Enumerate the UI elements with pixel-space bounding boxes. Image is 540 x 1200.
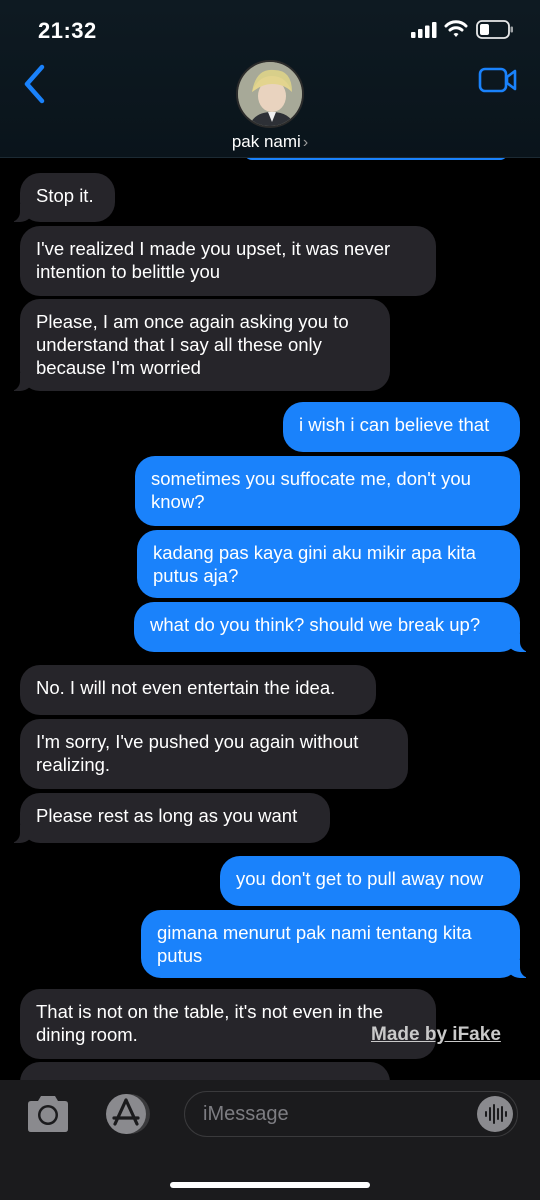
message-text: Please rest as long as you want — [36, 805, 298, 826]
message-text: Stop it. — [36, 185, 94, 206]
message-bubble-incoming: No. I will not even entertain the idea. — [20, 665, 376, 715]
chevron-right-icon: › — [302, 134, 309, 151]
message-bubble-outgoing: what do you think? should we break up? — [134, 602, 530, 652]
audio-waveform-icon[interactable] — [477, 1096, 513, 1132]
message-text: That is not on the table, it's not even … — [36, 1001, 384, 1045]
message-bubble-outgoing: i wish i can believe that — [283, 402, 520, 452]
avatar[interactable] — [236, 60, 304, 128]
camera-icon[interactable] — [24, 1094, 72, 1134]
message-text: gimana menurut pak nami tentang kita put… — [157, 922, 472, 966]
message-bubble-outgoing: you don't get to pull away now — [220, 856, 520, 906]
message-bubble-incoming: Please, I am once again asking you to un… — [10, 299, 390, 391]
cellular-signal-icon — [411, 22, 437, 38]
wifi-icon — [444, 20, 468, 37]
message-composer: iMessage — [0, 1080, 540, 1200]
app-store-icon[interactable] — [102, 1092, 152, 1136]
message-bubble-incoming: Please rest as long as you want — [10, 793, 330, 843]
message-text: No. I will not even entertain the idea. — [36, 677, 336, 698]
message-bubble-incoming: I'm sorry, I've pushed you again without… — [20, 719, 408, 789]
conversation-header: 21:32 pak nami › — [0, 0, 540, 158]
message-input-placeholder: iMessage — [203, 1103, 289, 1125]
message-bubble-incoming: I've realized I made you upset, it was n… — [20, 226, 436, 296]
status-time: 21:32 — [38, 18, 97, 43]
avatar-portrait — [238, 62, 302, 126]
message-text: I'm sorry, I've pushed you again without… — [36, 731, 359, 775]
home-indicator — [170, 1182, 370, 1188]
contact-name[interactable]: pak nami › — [0, 132, 540, 152]
message-bubble-outgoing: sometimes you suffocate me, don't you kn… — [135, 456, 520, 526]
battery-icon — [476, 20, 513, 39]
message-text: I've realized I made you upset, it was n… — [36, 238, 391, 282]
message-text: sometimes you suffocate me, don't you kn… — [151, 468, 471, 512]
message-text: i wish i can believe that — [299, 414, 490, 435]
contact-name-text: pak nami — [231, 132, 301, 151]
audio-waveform-glyph — [485, 1104, 507, 1124]
message-bubble-incoming: Stop it. — [10, 173, 115, 222]
chevron-left-icon[interactable] — [22, 64, 48, 104]
message-text: what do you think? should we break up? — [150, 614, 481, 635]
message-text: Please, I am once again asking you to un… — [36, 311, 349, 378]
video-camera-icon[interactable] — [478, 66, 518, 94]
message-bubble-outgoing: gimana menurut pak nami tentang kita put… — [141, 910, 530, 978]
message-text: kadang pas kaya gini aku mikir apa kita … — [153, 542, 476, 586]
watermark: Made by iFake — [371, 1024, 501, 1045]
message-bubble-outgoing: kadang pas kaya gini aku mikir apa kita … — [137, 530, 520, 598]
message-input[interactable]: iMessage — [184, 1091, 518, 1137]
message-text: you don't get to pull away now — [236, 868, 484, 889]
